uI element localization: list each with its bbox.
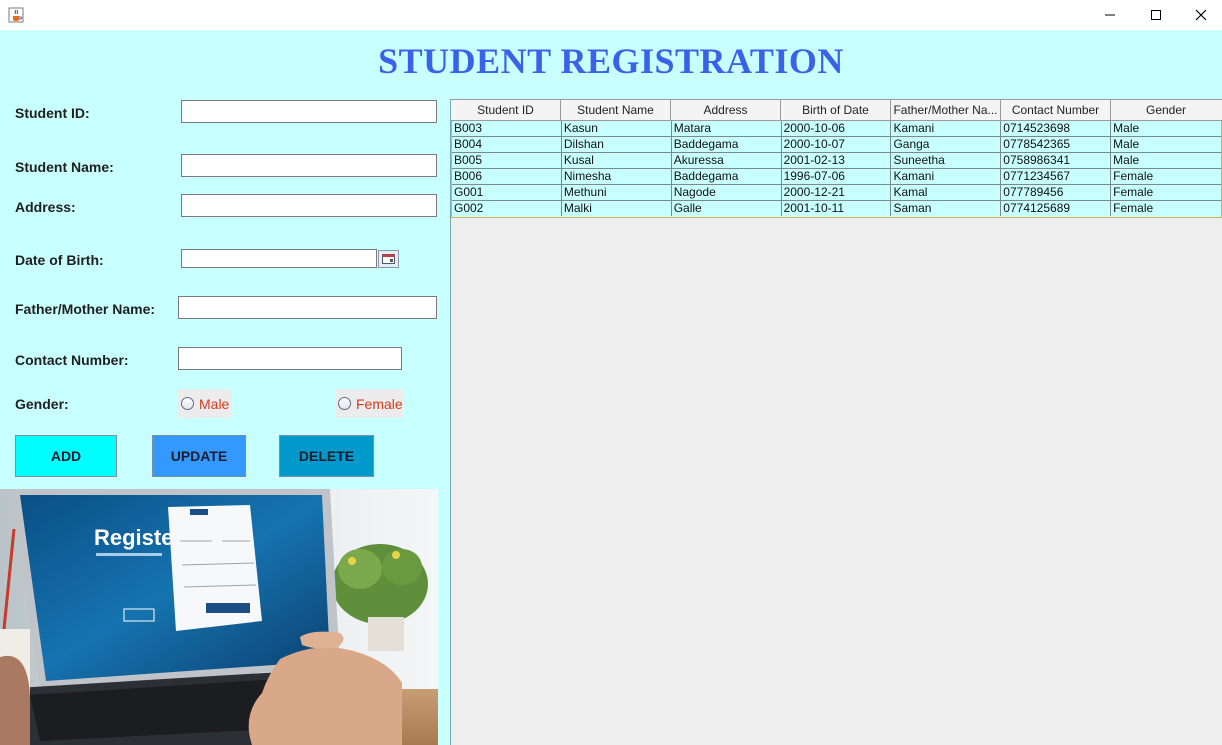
table-cell[interactable]: Male — [1111, 137, 1221, 152]
photo-register-text: Register — [94, 525, 182, 550]
table-cell[interactable]: B005 — [452, 153, 562, 168]
java-coffee-icon — [8, 7, 24, 23]
column-header-parent-name[interactable]: Father/Mother Na... — [891, 100, 1001, 120]
close-icon — [1195, 9, 1207, 21]
gender-option-female-label: Female — [356, 395, 403, 412]
gender-option-male-label: Male — [199, 395, 230, 412]
table-cell[interactable]: 2000-10-07 — [782, 137, 892, 152]
table-cell[interactable]: 0778542365 — [1001, 137, 1112, 152]
column-header-student-name[interactable]: Student Name — [561, 100, 671, 120]
table-cell[interactable]: G002 — [452, 201, 562, 216]
table-cell[interactable]: Nagode — [672, 185, 782, 200]
gender-radio-female[interactable]: Female — [335, 389, 403, 418]
table-cell[interactable]: 0774125689 — [1001, 201, 1112, 216]
column-header-student-id[interactable]: Student ID — [451, 100, 561, 120]
delete-button[interactable]: DELETE — [279, 435, 374, 477]
table-cell[interactable]: B004 — [452, 137, 562, 152]
student-id-label: Student ID: — [15, 105, 90, 121]
table-cell[interactable]: 1996-07-06 — [782, 169, 892, 184]
parent-name-input[interactable] — [178, 296, 437, 319]
contact-number-label: Contact Number: — [15, 352, 129, 368]
table-cell[interactable]: Methuni — [562, 185, 672, 200]
table-row[interactable]: B004 Dilshan Baddegama 2000-10-07 Ganga … — [452, 137, 1221, 153]
table-cell[interactable]: Kamani — [891, 169, 1002, 184]
table-row[interactable]: B003 Kasun Matara 2000-10-06 Kamani 0714… — [452, 121, 1221, 137]
table-cell[interactable]: Kusal — [562, 153, 672, 168]
table-cell[interactable]: Saman — [891, 201, 1002, 216]
registration-photo: Register — [0, 489, 438, 745]
dob-label: Date of Birth: — [15, 252, 104, 268]
gender-label: Gender: — [15, 396, 69, 412]
table-cell[interactable]: Female — [1111, 201, 1221, 216]
table-row[interactable]: B005 Kusal Akuressa 2001-02-13 Suneetha … — [452, 153, 1221, 169]
table-cell[interactable]: Baddegama — [672, 169, 782, 184]
student-id-input[interactable] — [181, 100, 437, 123]
table-cell[interactable]: Ganga — [891, 137, 1002, 152]
date-picker-button[interactable] — [378, 250, 399, 268]
calendar-icon — [382, 254, 395, 264]
radio-button-male[interactable] — [181, 397, 194, 410]
table-row[interactable]: G002 Malki Galle 2001-10-11 Saman 077412… — [452, 201, 1221, 217]
table-cell[interactable]: 0758986341 — [1001, 153, 1112, 168]
table-row[interactable]: G001 Methuni Nagode 2000-12-21 Kamal 077… — [452, 185, 1221, 201]
table-cell[interactable]: 0771234567 — [1001, 169, 1112, 184]
address-input[interactable] — [181, 194, 437, 217]
table-cell[interactable]: Female — [1111, 169, 1221, 184]
maximize-icon — [1151, 10, 1161, 20]
table-cell[interactable]: B006 — [452, 169, 562, 184]
table-row[interactable]: B006 Nimesha Baddegama 1996-07-06 Kamani… — [452, 169, 1221, 185]
contact-number-input[interactable] — [178, 347, 402, 370]
table-cell[interactable]: Kasun — [562, 121, 672, 136]
table-cell[interactable]: Baddegama — [672, 137, 782, 152]
table-header: Student ID Student Name Address Birth of… — [451, 99, 1222, 121]
table-cell[interactable]: 2000-10-06 — [782, 121, 892, 136]
table-cell[interactable]: Kamani — [891, 121, 1002, 136]
table-cell[interactable]: 2001-10-11 — [782, 201, 892, 216]
window-titlebar — [0, 0, 1222, 30]
page-title: STUDENT REGISTRATION — [378, 41, 844, 81]
table-cell[interactable]: Male — [1111, 153, 1221, 168]
student-name-label: Student Name: — [15, 159, 114, 175]
column-header-gender[interactable]: Gender — [1111, 100, 1221, 120]
table-cell[interactable]: G001 — [452, 185, 562, 200]
column-header-contact-number[interactable]: Contact Number — [1001, 100, 1111, 120]
parent-name-label: Father/Mother Name: — [15, 301, 156, 317]
add-button[interactable]: ADD — [15, 435, 117, 477]
maximize-button[interactable] — [1133, 0, 1179, 30]
table-cell[interactable]: Nimesha — [562, 169, 672, 184]
table-cell[interactable]: 2001-02-13 — [782, 153, 892, 168]
update-button[interactable]: UPDATE — [152, 435, 246, 477]
table-cell[interactable]: Dilshan — [562, 137, 672, 152]
column-header-address[interactable]: Address — [671, 100, 781, 120]
dob-input[interactable] — [181, 249, 377, 268]
table-body: B003 Kasun Matara 2000-10-06 Kamani 0714… — [451, 121, 1222, 218]
table-cell[interactable]: Female — [1111, 185, 1221, 200]
laptop-register-illustration: Register — [0, 489, 438, 745]
column-header-birth-date[interactable]: Birth of Date — [781, 100, 891, 120]
address-label: Address: — [15, 199, 76, 215]
minimize-button[interactable] — [1087, 0, 1133, 30]
table-cell[interactable]: 077789456 — [1001, 185, 1112, 200]
table-cell[interactable]: Suneetha — [891, 153, 1002, 168]
table-cell[interactable]: Akuressa — [672, 153, 782, 168]
table-cell[interactable]: 0714523698 — [1001, 121, 1112, 136]
table-cell[interactable]: Galle — [672, 201, 782, 216]
gender-radio-male[interactable]: Male — [178, 389, 232, 418]
minimize-icon — [1105, 14, 1115, 16]
table-cell[interactable]: Matara — [672, 121, 782, 136]
table-cell[interactable]: Kamal — [891, 185, 1002, 200]
table-cell[interactable]: 2000-12-21 — [782, 185, 892, 200]
table-cell[interactable]: Male — [1111, 121, 1221, 136]
close-button[interactable] — [1178, 0, 1222, 30]
table-cell[interactable]: Malki — [562, 201, 672, 216]
students-table: Student ID Student Name Address Birth of… — [450, 99, 1222, 745]
table-cell[interactable]: B003 — [452, 121, 562, 136]
student-name-input[interactable] — [181, 154, 437, 177]
radio-button-female[interactable] — [338, 397, 351, 410]
